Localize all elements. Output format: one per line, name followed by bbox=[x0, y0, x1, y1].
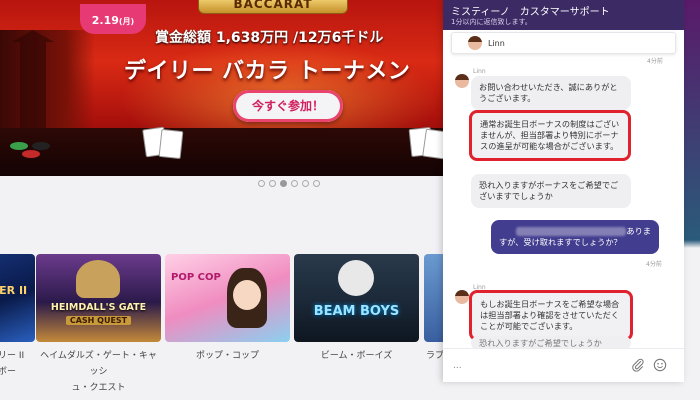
agent-name: Linn bbox=[488, 39, 505, 48]
game-label[interactable]: ヘイムダルズ・ゲート・キャッシ ュ・クエスト bbox=[36, 348, 161, 396]
agent-avatar bbox=[455, 74, 469, 88]
game-tile-title: DER II bbox=[0, 284, 28, 297]
message-time: 4分前 bbox=[647, 58, 663, 65]
support-chat-widget: ミスティーノ カスタマーサポート 1分以内に返信致します。 Linn 4分前 L… bbox=[443, 0, 684, 382]
game-tile[interactable]: HEIMDALL'S GATE CASH QUEST bbox=[36, 254, 161, 342]
message-input[interactable]: ... bbox=[453, 361, 462, 371]
carousel-dot[interactable] bbox=[291, 180, 298, 187]
prize-total: 賞金総額 1,638万円 /12万6千ドル bbox=[155, 30, 384, 46]
message-sender: Linn bbox=[473, 68, 486, 75]
redacted-text bbox=[516, 227, 627, 236]
character-art bbox=[76, 260, 120, 298]
agent-message: お問い合わせいただき、誠にありがとうございます。 bbox=[471, 76, 631, 110]
date-text: 2.19 bbox=[91, 14, 119, 27]
chip-icon bbox=[10, 142, 28, 150]
pagoda-silhouette bbox=[20, 40, 46, 130]
carousel-dot[interactable] bbox=[313, 180, 320, 187]
game-tile[interactable]: DER II bbox=[0, 254, 35, 342]
agent-message: 恐れ入りますがボーナスをご希望でございますでしょうか bbox=[471, 174, 631, 208]
game-tile-title: HEIMDALL'S GATE bbox=[50, 302, 147, 313]
chat-subtitle: 1分以内に返信致します。 bbox=[451, 18, 532, 26]
agent-message-highlighted: 通常お誕生日ボーナスの制度はございませんが、担当部署より特別にボーナスの進呈が可… bbox=[469, 110, 631, 161]
chip-icon bbox=[32, 142, 50, 150]
game-tile[interactable]: POP COP bbox=[165, 254, 290, 342]
user-message-line1: ありま bbox=[499, 226, 651, 237]
join-now-button[interactable]: 今すぐ参加！ bbox=[233, 90, 343, 122]
emoji-icon[interactable] bbox=[653, 358, 667, 372]
message-time: 4分前 bbox=[646, 261, 662, 268]
game-tile-title: BEAM BOYS bbox=[313, 304, 400, 319]
date-weekday: (月) bbox=[118, 17, 135, 26]
carousel-dots bbox=[258, 180, 320, 187]
carousel-dot-active[interactable] bbox=[280, 180, 287, 187]
user-message: ありま すが、受け取れますでしょうか？ bbox=[491, 220, 659, 254]
character-art bbox=[338, 260, 374, 296]
tournament-banner[interactable]: BACCARAT 2.19(月) 賞金総額 1,638万円 /12万6千ドル デ… bbox=[0, 0, 445, 176]
user-message-line2: すが、受け取れますでしょうか？ bbox=[499, 237, 622, 247]
game-label-line2: ュ・クエスト bbox=[71, 383, 126, 393]
baccarat-sign: BACCARAT bbox=[198, 0, 348, 14]
game-label[interactable]: ビーム・ボーイズ bbox=[294, 348, 419, 364]
side-promo-strip bbox=[684, 0, 700, 400]
playing-card-icon bbox=[422, 128, 445, 160]
carousel-dot[interactable] bbox=[258, 180, 265, 187]
chat-composer[interactable]: ... bbox=[443, 348, 684, 382]
chat-header: ミスティーノ カスタマーサポート 1分以内に返信致します。 bbox=[443, 0, 684, 30]
agent-avatar bbox=[468, 36, 482, 50]
casino-page: BACCARAT 2.19(月) 賞金総額 1,638万円 /12万6千ドル デ… bbox=[0, 0, 700, 400]
game-label-line1: ヘイムダルズ・ゲート・キャッシ bbox=[40, 351, 157, 377]
agent-message-highlighted: もしお誕生日ボーナスをご希望な場合は担当部署より確認をさせていただくことが可能で… bbox=[469, 290, 633, 341]
game-tile-subtitle: CASH QUEST bbox=[66, 316, 131, 325]
game-label[interactable]: リー II ボー bbox=[0, 348, 32, 380]
carousel-dot[interactable] bbox=[269, 180, 276, 187]
baccarat-table bbox=[0, 128, 445, 176]
paperclip-icon[interactable] bbox=[631, 358, 645, 372]
game-label[interactable]: ポップ・コップ bbox=[165, 348, 290, 364]
chat-title: ミスティーノ カスタマーサポート bbox=[451, 7, 610, 18]
agent-avatar bbox=[455, 290, 469, 304]
chip-icon bbox=[22, 150, 40, 158]
date-badge: 2.19(月) bbox=[80, 4, 146, 34]
playing-card-icon bbox=[158, 128, 184, 160]
carousel-dot[interactable] bbox=[302, 180, 309, 187]
agent-bar: Linn bbox=[451, 32, 676, 54]
game-tile-title: POP COP bbox=[171, 272, 221, 283]
banner-title: デイリー バカラ トーナメン bbox=[124, 59, 411, 84]
character-face bbox=[233, 280, 261, 310]
user-message-tail: ありま bbox=[626, 226, 651, 236]
game-tile[interactable]: BEAM BOYS bbox=[294, 254, 419, 342]
